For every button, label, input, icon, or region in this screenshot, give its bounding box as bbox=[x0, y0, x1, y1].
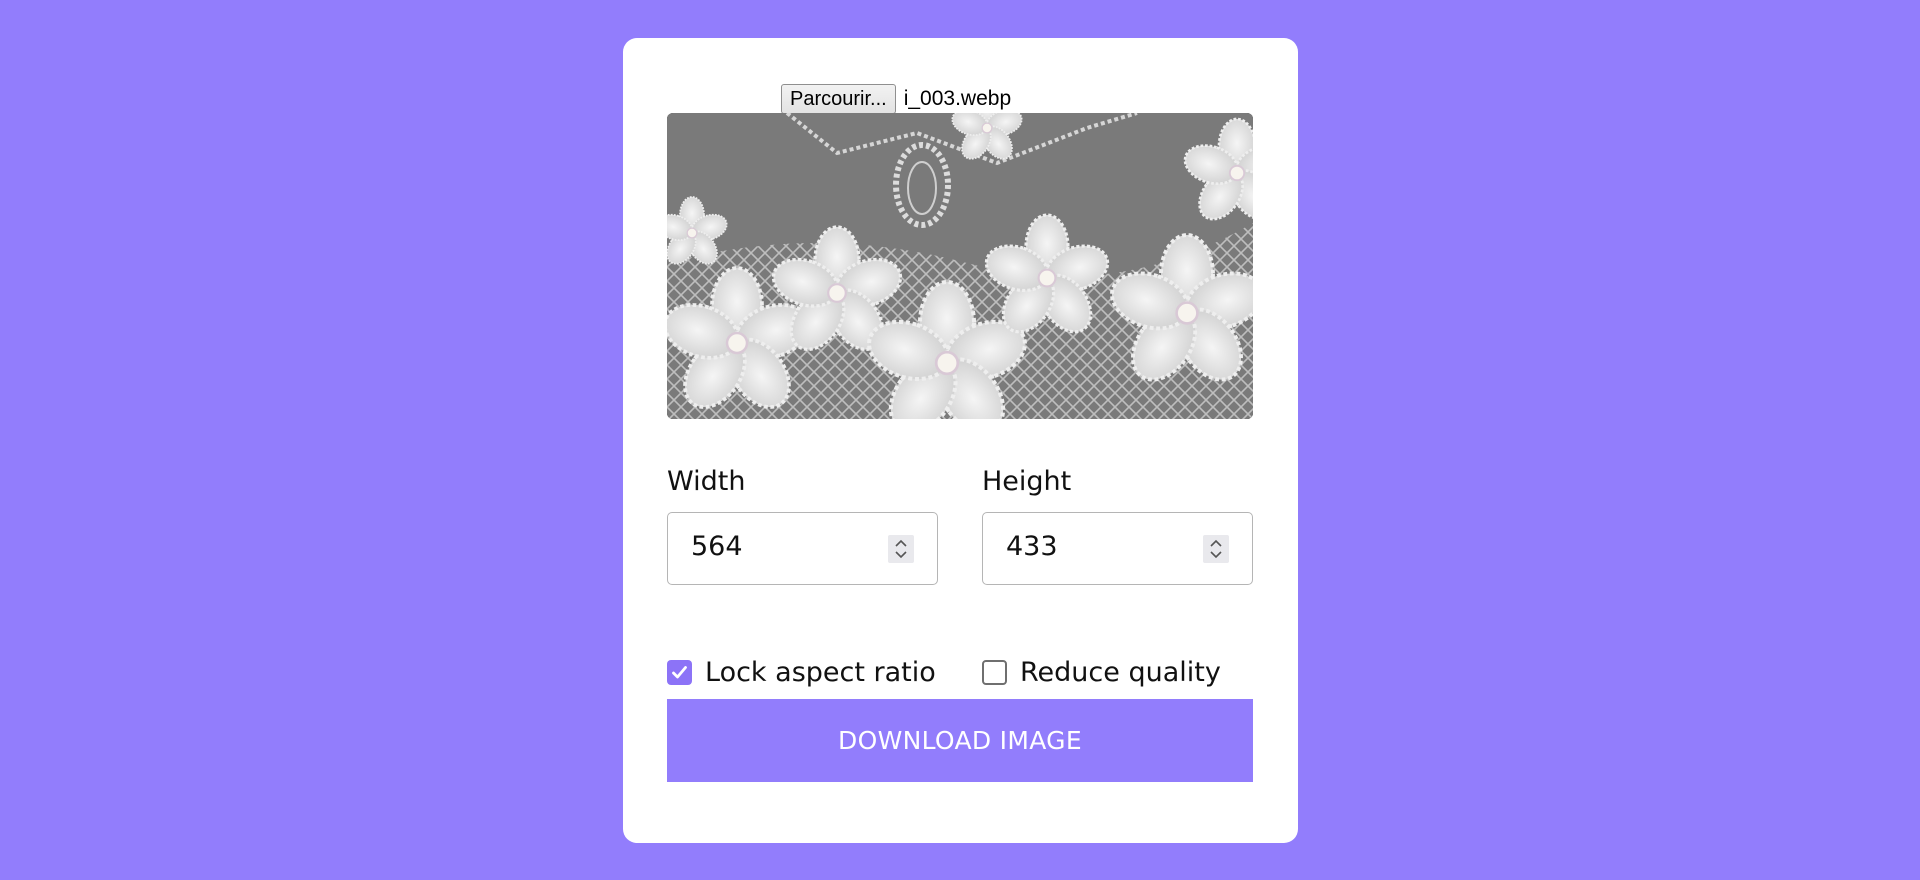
stepper-arrows-icon bbox=[1210, 539, 1222, 559]
height-stepper[interactable] bbox=[1203, 535, 1229, 563]
width-stepper[interactable] bbox=[888, 535, 914, 563]
height-value: 433 bbox=[1006, 531, 1058, 562]
reduce-quality-checkbox[interactable] bbox=[982, 660, 1007, 685]
image-preview bbox=[667, 113, 1253, 419]
height-input[interactable]: 433 bbox=[982, 512, 1253, 585]
selected-file-name: i_003.webp bbox=[903, 87, 1012, 110]
checkmark-icon bbox=[672, 666, 687, 679]
lock-aspect-ratio-checkbox[interactable] bbox=[667, 660, 692, 685]
width-value: 564 bbox=[691, 531, 743, 562]
download-image-button[interactable]: DOWNLOAD IMAGE bbox=[667, 699, 1253, 782]
image-resizer-card: Parcourir... i_003.webp Width 564 Height… bbox=[623, 38, 1298, 843]
height-label: Height bbox=[982, 466, 1072, 497]
width-label: Width bbox=[667, 466, 746, 497]
image-preview-graphic bbox=[667, 113, 1253, 419]
lock-aspect-ratio-label: Lock aspect ratio bbox=[705, 657, 936, 688]
reduce-quality-label: Reduce quality bbox=[1020, 657, 1221, 688]
file-input[interactable]: Parcourir... i_003.webp bbox=[781, 84, 1011, 114]
reduce-quality-option[interactable]: Reduce quality bbox=[982, 657, 1221, 688]
browse-button[interactable]: Parcourir... bbox=[781, 84, 896, 114]
lock-aspect-ratio-option[interactable]: Lock aspect ratio bbox=[667, 657, 936, 688]
width-input[interactable]: 564 bbox=[667, 512, 938, 585]
stepper-arrows-icon bbox=[895, 539, 907, 559]
